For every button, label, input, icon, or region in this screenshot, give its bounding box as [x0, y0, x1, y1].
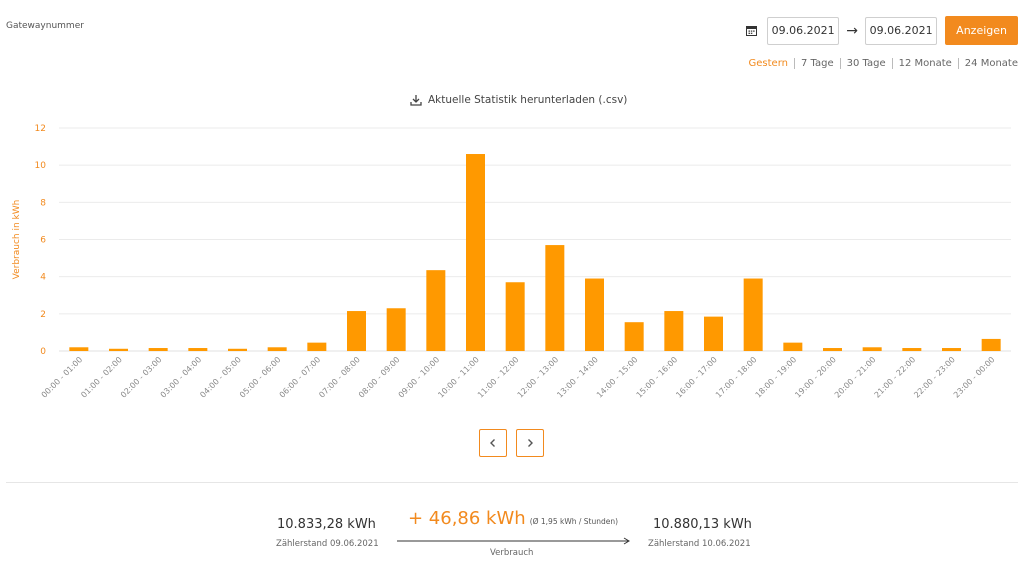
start-meter-value: 10.833,28 kWh: [277, 517, 376, 532]
x-tick-label: 15:00 - 16:00: [635, 355, 680, 400]
date-to-input[interactable]: [865, 16, 938, 45]
x-tick-label: 02:00 - 03:00: [119, 355, 164, 400]
bar: [704, 316, 723, 351]
x-tick-label: 13:00 - 14:00: [555, 355, 600, 400]
bar: [664, 311, 684, 351]
y-tick-label: 8: [40, 198, 46, 208]
consumption-total: + 46,86 kWh: [408, 508, 526, 529]
download-icon: [410, 95, 422, 106]
bar: [228, 348, 247, 351]
calendar-icon[interactable]: [743, 23, 759, 39]
bar: [942, 348, 961, 351]
bar: [981, 338, 1001, 351]
bar: [466, 154, 485, 351]
y-tick-label: 4: [40, 273, 46, 283]
bar: [188, 348, 208, 351]
y-axis-label: Verbrauch in kWh: [12, 200, 22, 280]
bar: [902, 348, 922, 351]
next-button[interactable]: [516, 429, 544, 457]
end-meter-value: 10.880,13 kWh: [653, 517, 752, 532]
bar: [823, 348, 842, 351]
chevron-left-icon: [490, 439, 495, 447]
y-tick-label: 6: [40, 236, 46, 246]
bar: [743, 278, 763, 351]
y-tick-label: 10: [35, 161, 47, 171]
x-tick-label: 21:00 - 22:00: [873, 355, 918, 400]
bar: [109, 348, 128, 351]
show-button[interactable]: Anzeigen: [945, 16, 1018, 45]
x-tick-label: 07:00 - 08:00: [317, 355, 362, 400]
arrow-right-icon: →: [846, 22, 859, 39]
x-tick-label: 00:00 - 01:00: [40, 355, 85, 400]
consumption-arrow: [397, 537, 630, 545]
range-30-days[interactable]: 30 Tage: [839, 58, 892, 69]
bar: [505, 282, 525, 351]
x-tick-label: 17:00 - 18:00: [714, 355, 759, 400]
x-tick-label: 01:00 - 02:00: [79, 355, 124, 400]
section-divider: [6, 482, 1018, 483]
chevron-right-icon: [528, 439, 533, 447]
download-csv-link[interactable]: Aktuelle Statistik herunterladen (.csv): [410, 94, 627, 106]
range-24-months[interactable]: 24 Monate: [957, 58, 1018, 69]
range-selector: Gestern 7 Tage 30 Tage 12 Monate 24 Mona…: [743, 58, 1018, 69]
range-12-months[interactable]: 12 Monate: [891, 58, 958, 69]
download-csv-label: Aktuelle Statistik herunterladen (.csv): [428, 94, 628, 106]
x-tick-label: 22:00 - 23:00: [912, 355, 957, 400]
consumption-average: (Ø 1,95 kWh / Stunden): [529, 517, 619, 526]
end-meter-label: Zählerstand 10.06.2021: [648, 539, 751, 549]
y-tick-label: 12: [35, 124, 46, 134]
bar: [307, 342, 327, 351]
date-from-input[interactable]: [767, 16, 840, 45]
bar: [347, 311, 366, 351]
date-toolbar: → Anzeigen: [743, 16, 1018, 45]
bar: [69, 347, 89, 351]
x-tick-label: 14:00 - 15:00: [595, 355, 640, 400]
range-yesterday[interactable]: Gestern: [743, 58, 794, 69]
bar: [624, 322, 644, 351]
x-tick-label: 09:00 - 10:00: [397, 355, 442, 400]
x-tick-label: 16:00 - 17:00: [674, 355, 719, 400]
consumption-bar-chart: 0 2 4 6 8 10 12 Verbrauch in kWh 00:00 - 01:0001…: [12, 124, 1011, 400]
x-tick-label: 23:00 - 00:00: [952, 355, 997, 400]
x-tick-label: 10:00 - 11:00: [436, 355, 481, 400]
bar: [267, 347, 287, 351]
x-tick-label: 05:00 - 06:00: [238, 355, 283, 400]
range-7-days[interactable]: 7 Tage: [793, 58, 840, 69]
bar: [585, 278, 604, 351]
start-meter-label: Zählerstand 09.06.2021: [276, 539, 379, 549]
x-tick-label: 18:00 - 19:00: [754, 355, 799, 400]
x-tick-label: 12:00 - 13:00: [516, 355, 561, 400]
bar: [862, 347, 882, 351]
x-tick-label: 08:00 - 09:00: [357, 355, 402, 400]
x-tick-label: 19:00 - 20:00: [793, 355, 838, 400]
x-tick-label: 04:00 - 05:00: [198, 355, 243, 400]
x-tick-label: 06:00 - 07:00: [278, 355, 323, 400]
gateway-number-label: Gatewaynummer: [6, 21, 84, 31]
x-tick-label: 11:00 - 12:00: [476, 355, 521, 400]
bar: [545, 245, 565, 351]
x-tick-label: 03:00 - 04:00: [159, 355, 204, 400]
y-tick-label: 0: [40, 347, 46, 357]
y-tick-label: 2: [40, 310, 46, 320]
consumption-label: Verbrauch: [490, 548, 534, 558]
bar: [783, 342, 803, 351]
previous-button[interactable]: [479, 429, 507, 457]
consumption-summary: + 46,86 kWh (Ø 1,95 kWh / Stunden): [408, 508, 618, 529]
bar: [386, 308, 406, 351]
bar: [148, 348, 168, 351]
x-tick-label: 20:00 - 21:00: [833, 355, 878, 400]
bar: [426, 270, 446, 351]
